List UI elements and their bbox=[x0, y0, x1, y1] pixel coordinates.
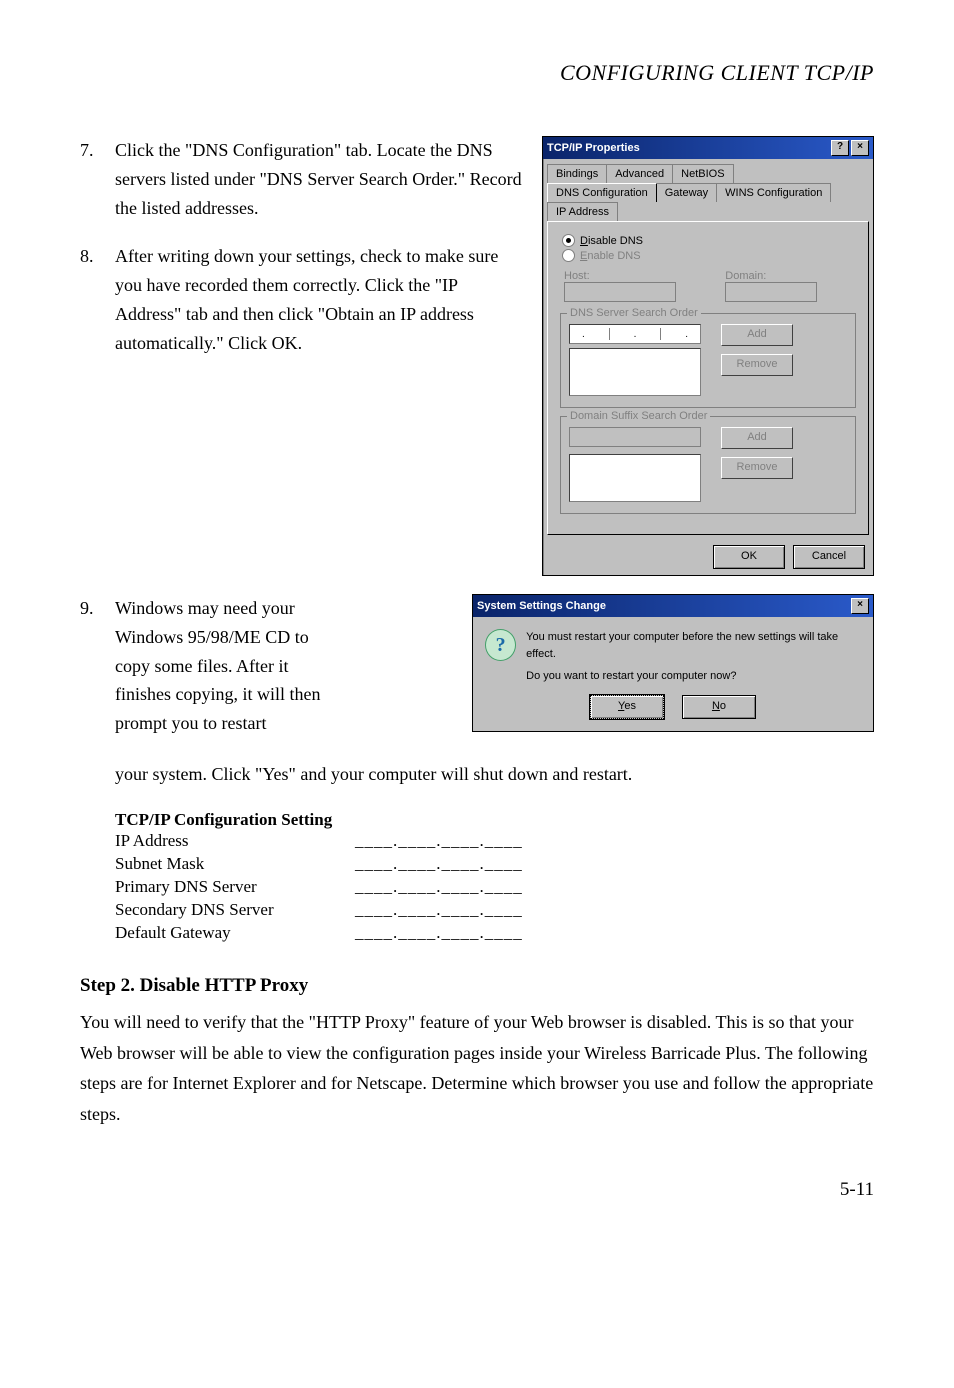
suffix-add-button: Add bbox=[721, 427, 793, 449]
config-secondary-dns-label: Secondary DNS Server bbox=[115, 899, 355, 922]
step-7-number: 7. bbox=[80, 136, 115, 222]
config-primary-dns-blank: ____.____.____.____ bbox=[355, 876, 523, 899]
page-number: 5-11 bbox=[80, 1179, 874, 1201]
config-ip-address-label: IP Address bbox=[115, 830, 355, 853]
no-button[interactable]: No bbox=[682, 695, 756, 719]
suffix-input bbox=[569, 427, 701, 447]
config-default-gateway-blank: ____.____.____.____ bbox=[355, 922, 523, 945]
cancel-button[interactable]: Cancel bbox=[793, 545, 865, 569]
tcpip-properties-dialog: TCP/IP Properties ? × Bindings Advanced … bbox=[542, 136, 874, 576]
tcpip-title: TCP/IP Properties bbox=[547, 142, 829, 154]
tab-gateway[interactable]: Gateway bbox=[656, 183, 717, 202]
tab-bindings[interactable]: Bindings bbox=[547, 164, 607, 183]
config-subnet-mask-blank: ____.____.____.____ bbox=[355, 853, 523, 876]
radio-enable-dns-label: Enable DNS bbox=[580, 250, 641, 262]
sys-message-line2: Do you want to restart your computer now… bbox=[526, 668, 861, 685]
question-icon: ? bbox=[485, 629, 516, 661]
dns-ip-input: ... bbox=[569, 324, 701, 344]
radio-enable-dns[interactable] bbox=[562, 249, 575, 262]
yes-button[interactable]: Yes bbox=[590, 695, 664, 719]
dns-add-button: Add bbox=[721, 324, 793, 346]
tab-advanced[interactable]: Advanced bbox=[606, 164, 673, 183]
dns-server-list bbox=[569, 348, 701, 396]
dns-order-legend: DNS Server Search Order bbox=[567, 307, 701, 319]
radio-disable-dns[interactable] bbox=[562, 234, 575, 247]
domain-input bbox=[725, 282, 817, 302]
config-default-gateway-label: Default Gateway bbox=[115, 922, 355, 945]
step-9-text-a: Windows may need your Windows 95/98/ME C… bbox=[115, 594, 325, 738]
tab-ip-address[interactable]: IP Address bbox=[547, 202, 618, 221]
page-header: CONFIGURING CLIENT TCP/IP bbox=[80, 60, 874, 86]
config-secondary-dns-blank: ____.____.____.____ bbox=[355, 899, 523, 922]
domain-label: Domain: bbox=[725, 270, 766, 282]
dns-server-search-order-group: DNS Server Search Order ... Add Remove bbox=[560, 313, 856, 408]
tcpip-config-heading: TCP/IP Configuration Setting bbox=[115, 810, 874, 830]
sys-titlebar: System Settings Change × bbox=[473, 595, 873, 617]
suffix-order-legend: Domain Suffix Search Order bbox=[567, 410, 710, 422]
tcpip-titlebar: TCP/IP Properties ? × bbox=[543, 137, 873, 159]
radio-disable-dns-label: Disable DNS bbox=[580, 235, 643, 247]
tab-netbios[interactable]: NetBIOS bbox=[672, 164, 733, 183]
step-8-number: 8. bbox=[80, 242, 115, 357]
sys-close-button[interactable]: × bbox=[851, 598, 869, 614]
step-7-text: Click the "DNS Configuration" tab. Locat… bbox=[115, 136, 522, 222]
sys-message-line1: You must restart your computer before th… bbox=[526, 629, 861, 662]
ok-button[interactable]: OK bbox=[713, 545, 785, 569]
step-8-text: After writing down your settings, check … bbox=[115, 242, 522, 357]
suffix-list bbox=[569, 454, 701, 502]
config-primary-dns-label: Primary DNS Server bbox=[115, 876, 355, 899]
system-settings-change-dialog: System Settings Change × ? You must rest… bbox=[472, 594, 874, 732]
step-9-number: 9. bbox=[80, 594, 115, 738]
tab-wins-configuration[interactable]: WINS Configuration bbox=[716, 183, 831, 202]
config-subnet-mask-label: Subnet Mask bbox=[115, 853, 355, 876]
suffix-remove-button: Remove bbox=[721, 457, 793, 479]
close-button[interactable]: × bbox=[851, 140, 869, 156]
host-label: Host: bbox=[564, 270, 590, 282]
step-9-text-b: your system. Click "Yes" and your comput… bbox=[115, 758, 874, 790]
domain-suffix-search-order-group: Domain Suffix Search Order Add Remove bbox=[560, 416, 856, 514]
step2-heading: Step 2. Disable HTTP Proxy bbox=[80, 975, 874, 997]
host-input bbox=[564, 282, 676, 302]
tab-dns-configuration[interactable]: DNS Configuration bbox=[547, 183, 657, 202]
dns-remove-button: Remove bbox=[721, 354, 793, 376]
config-ip-address-blank: ____.____.____.____ bbox=[355, 830, 523, 853]
step2-body: You will need to verify that the "HTTP P… bbox=[80, 1007, 874, 1129]
help-button[interactable]: ? bbox=[831, 140, 849, 156]
sys-title: System Settings Change bbox=[477, 600, 849, 612]
